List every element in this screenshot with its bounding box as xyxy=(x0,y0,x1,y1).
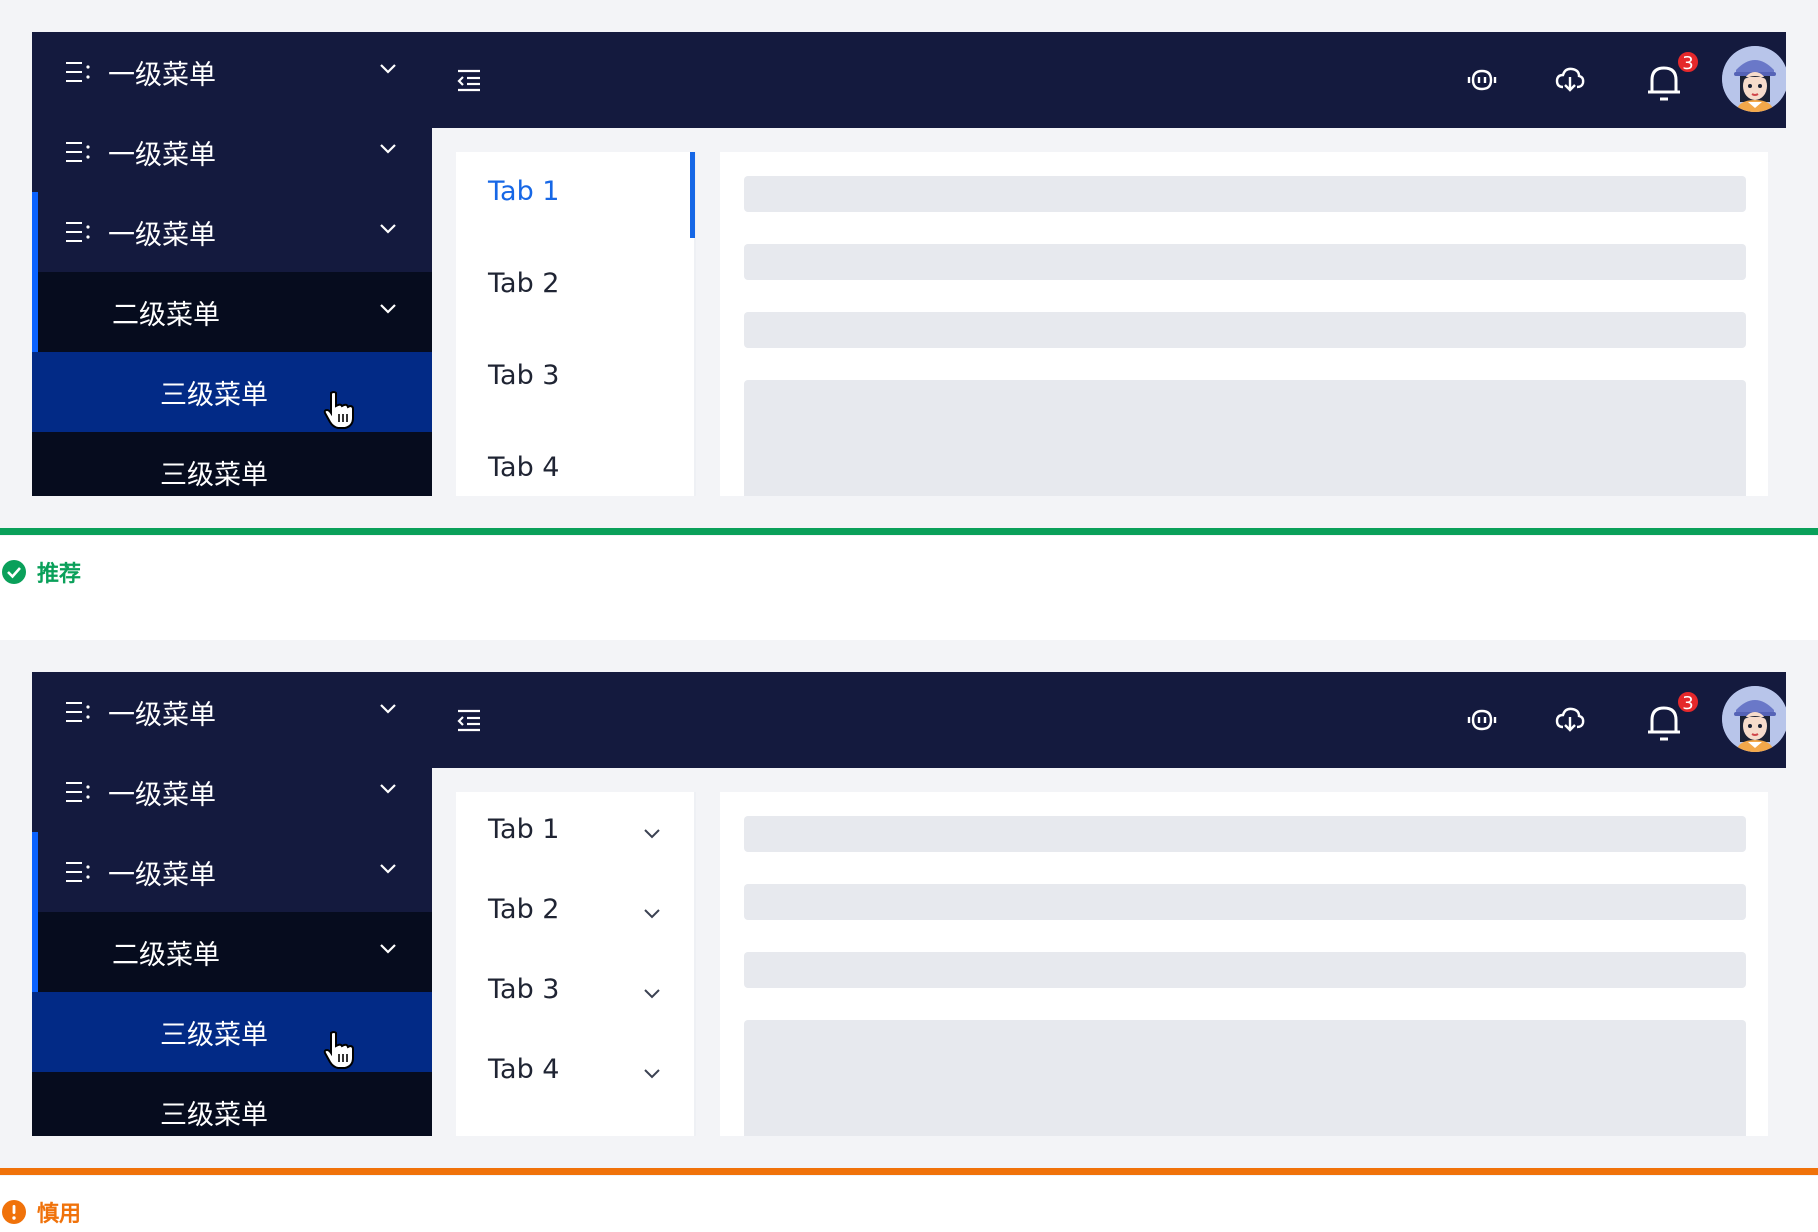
sidebar-item-label: 一级菜单 xyxy=(108,699,216,731)
sidebar-item-label: 一级菜单 xyxy=(108,139,216,171)
app-frame: 一级菜单 一级菜单 一级菜单 二级菜单 三级菜单 三级菜单 3 Tab 1 Ta… xyxy=(32,672,1786,1136)
chevron-down-icon xyxy=(380,944,396,954)
notification-bell-icon[interactable] xyxy=(1646,702,1682,742)
skeleton-line xyxy=(744,244,1746,280)
menu-list-icon xyxy=(66,62,90,82)
tab-1[interactable]: Tab 1 xyxy=(488,814,559,845)
tab-2[interactable]: Tab 2 xyxy=(488,894,559,925)
skeleton-block xyxy=(744,1020,1746,1136)
chevron-down-icon xyxy=(380,64,396,74)
robot-assistant-icon[interactable] xyxy=(1466,704,1498,736)
content-area xyxy=(720,792,1768,1136)
chevron-down-icon xyxy=(380,864,396,874)
cloud-download-icon[interactable] xyxy=(1554,64,1586,96)
verdict-recommended: 推荐 xyxy=(0,556,81,588)
verdict-label: 慎用 xyxy=(37,1202,82,1227)
sidebar-item-level3-hover[interactable]: 三级菜单 xyxy=(32,992,432,1072)
chevron-down-icon[interactable] xyxy=(642,988,662,1000)
chevron-down-icon[interactable] xyxy=(642,828,662,840)
content-area xyxy=(720,152,1768,496)
tab-1[interactable]: Tab 1 xyxy=(488,176,559,207)
notification-badge: 3 xyxy=(1676,690,1700,714)
verdict-label: 推荐 xyxy=(37,562,82,587)
sidebar-item-label: 一级菜单 xyxy=(108,59,216,91)
notification-bell-icon[interactable] xyxy=(1646,62,1682,102)
sidebar-item-label: 一级菜单 xyxy=(108,779,216,811)
sidebar-item-level1-open[interactable]: 一级菜单 xyxy=(32,832,432,912)
robot-assistant-icon[interactable] xyxy=(1466,64,1498,96)
check-circle-icon xyxy=(2,560,26,584)
top-navbar: 3 xyxy=(432,32,1786,128)
menu-list-icon xyxy=(66,142,90,162)
skeleton-line xyxy=(744,884,1746,920)
top-navbar: 3 xyxy=(432,672,1786,768)
tab-4[interactable]: Tab 4 xyxy=(488,1054,559,1085)
sidebar-item-level1[interactable]: 一级菜单 xyxy=(32,752,432,832)
avatar[interactable] xyxy=(1722,46,1786,112)
hand-cursor-icon xyxy=(323,1031,354,1069)
verdict-caution: 慎用 xyxy=(0,1196,81,1228)
tabs-divider xyxy=(694,792,696,1136)
exclamation-circle-icon xyxy=(2,1200,26,1224)
sidebar-item-label: 二级菜单 xyxy=(112,939,220,971)
sidebar-item-level1[interactable]: 一级菜单 xyxy=(32,672,432,752)
sidebar-item-level1[interactable]: 一级菜单 xyxy=(32,32,432,112)
collapse-menu-icon[interactable] xyxy=(456,708,482,732)
chevron-down-icon[interactable] xyxy=(642,1068,662,1080)
active-menu-indicator xyxy=(32,832,38,992)
collapse-menu-icon[interactable] xyxy=(456,68,482,92)
sidebar-item-level1-open[interactable]: 一级菜单 xyxy=(32,192,432,272)
sidebar: 一级菜单 一级菜单 一级菜单 二级菜单 三级菜单 三级菜单 xyxy=(32,672,432,1136)
tab-2[interactable]: Tab 2 xyxy=(488,268,559,299)
sidebar-item-level1[interactable]: 一级菜单 xyxy=(32,112,432,192)
sidebar-item-label: 一级菜单 xyxy=(108,859,216,891)
sidebar-item-label: 三级菜单 xyxy=(160,459,268,491)
hand-cursor-icon xyxy=(323,391,354,429)
skeleton-line xyxy=(744,952,1746,988)
tab-3[interactable]: Tab 3 xyxy=(488,360,559,391)
sidebar-item-level2[interactable]: 二级菜单 xyxy=(32,912,432,992)
avatar[interactable] xyxy=(1722,686,1786,752)
tab-4[interactable]: Tab 4 xyxy=(488,452,559,483)
chevron-down-icon xyxy=(380,784,396,794)
sidebar-item-level2[interactable]: 二级菜单 xyxy=(32,272,432,352)
recommended-divider xyxy=(0,528,1818,535)
cloud-download-icon[interactable] xyxy=(1554,704,1586,736)
sidebar-item-level3-hover[interactable]: 三级菜单 xyxy=(32,352,432,432)
sidebar-item-label: 三级菜单 xyxy=(160,1019,268,1051)
menu-list-icon xyxy=(66,862,90,882)
tab-3[interactable]: Tab 3 xyxy=(488,974,559,1005)
sidebar-item-label: 二级菜单 xyxy=(112,299,220,331)
chevron-down-icon xyxy=(380,304,396,314)
sidebar-item-label: 一级菜单 xyxy=(108,219,216,251)
chevron-down-icon[interactable] xyxy=(642,908,662,920)
caution-divider xyxy=(0,1168,1818,1175)
menu-list-icon xyxy=(66,702,90,722)
app-frame: 一级菜单 一级菜单 一级菜单 二级菜单 三级菜单 三级菜单 3 Tab 1 Ta… xyxy=(32,32,1786,496)
example-caution: 一级菜单 一级菜单 一级菜单 二级菜单 三级菜单 三级菜单 3 Tab 1 Ta… xyxy=(0,640,1818,1176)
skeleton-line xyxy=(744,816,1746,852)
vertical-tabs: Tab 1 Tab 2 Tab 3 Tab 4 xyxy=(456,152,696,496)
expandable-tabs: Tab 1 Tab 2 Tab 3 Tab 4 xyxy=(456,792,696,1136)
skeleton-block xyxy=(744,380,1746,496)
sidebar-item-level3[interactable]: 三级菜单 xyxy=(32,432,432,496)
chevron-down-icon xyxy=(380,704,396,714)
example-recommended: 一级菜单 一级菜单 一级菜单 二级菜单 三级菜单 三级菜单 3 Tab 1 Ta… xyxy=(0,0,1818,536)
menu-list-icon xyxy=(66,222,90,242)
sidebar: 一级菜单 一级菜单 一级菜单 二级菜单 三级菜单 三级菜单 xyxy=(32,32,432,496)
skeleton-line xyxy=(744,312,1746,348)
notification-badge: 3 xyxy=(1676,50,1700,74)
chevron-down-icon xyxy=(380,224,396,234)
sidebar-item-level3[interactable]: 三级菜单 xyxy=(32,1072,432,1136)
sidebar-item-label: 三级菜单 xyxy=(160,1099,268,1131)
active-menu-indicator xyxy=(32,192,38,352)
active-tab-indicator xyxy=(690,152,695,238)
menu-list-icon xyxy=(66,782,90,802)
skeleton-line xyxy=(744,176,1746,212)
sidebar-item-label: 三级菜单 xyxy=(160,379,268,411)
chevron-down-icon xyxy=(380,144,396,154)
